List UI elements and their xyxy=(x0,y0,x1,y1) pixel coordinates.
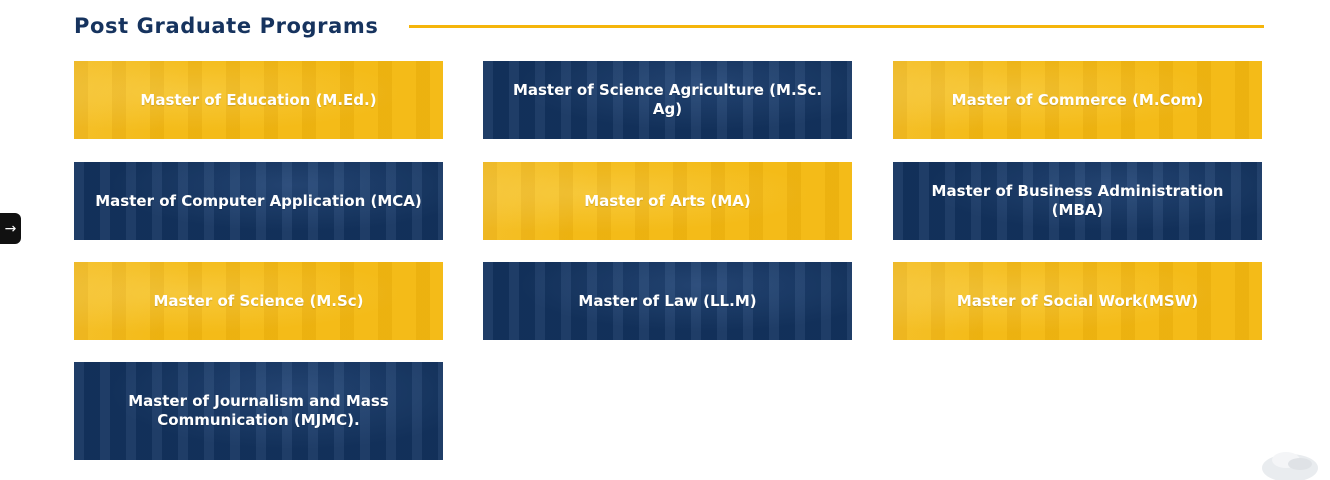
program-label: Master of Social Work(MSW) xyxy=(956,291,1199,310)
program-tile-ma[interactable]: Master of Arts (MA) xyxy=(483,162,852,240)
program-label: Master of Education (M.Ed.) xyxy=(140,90,377,109)
program-label: Master of Law (LL.M) xyxy=(578,291,757,310)
program-tile-mcom[interactable]: Master of Commerce (M.Com) xyxy=(893,61,1262,139)
program-label: Master of Journalism and Mass Communicat… xyxy=(128,392,389,429)
chat-bubble-icon xyxy=(1262,452,1318,480)
program-tile-mjmc[interactable]: Master of Journalism and Mass Communicat… xyxy=(74,362,443,460)
arrow-right-icon: → xyxy=(4,220,17,237)
program-label: Master of Business Administration (MBA) xyxy=(931,182,1224,219)
program-tile-msw[interactable]: Master of Social Work(MSW) xyxy=(893,262,1262,340)
chat-widget-button[interactable] xyxy=(1256,450,1322,480)
section-title: Post Graduate Programs xyxy=(74,14,379,38)
program-tile-mba[interactable]: Master of Business Administration (MBA) xyxy=(893,162,1262,240)
program-tile-mca[interactable]: Master of Computer Application (MCA) xyxy=(74,162,443,240)
program-tile-msc-ag[interactable]: Master of Science Agriculture (M.Sc. Ag) xyxy=(483,61,852,139)
side-panel-toggle-button[interactable]: → xyxy=(0,213,21,244)
program-label: Master of Arts (MA) xyxy=(584,191,751,210)
program-tile-msc[interactable]: Master of Science (M.Sc) xyxy=(74,262,443,340)
program-tile-llm[interactable]: Master of Law (LL.M) xyxy=(483,262,852,340)
program-label: Master of Computer Application (MCA) xyxy=(95,191,422,210)
section-header: Post Graduate Programs xyxy=(74,10,1264,42)
title-divider-line xyxy=(408,24,1264,28)
page: Post Graduate Programs Master of Educati… xyxy=(0,0,1330,480)
program-label: Master of Science (M.Sc) xyxy=(153,291,364,310)
program-label: Master of Commerce (M.Com) xyxy=(951,90,1204,109)
program-tile-med[interactable]: Master of Education (M.Ed.) xyxy=(74,61,443,139)
program-label: Master of Science Agriculture (M.Sc. Ag) xyxy=(512,81,823,118)
